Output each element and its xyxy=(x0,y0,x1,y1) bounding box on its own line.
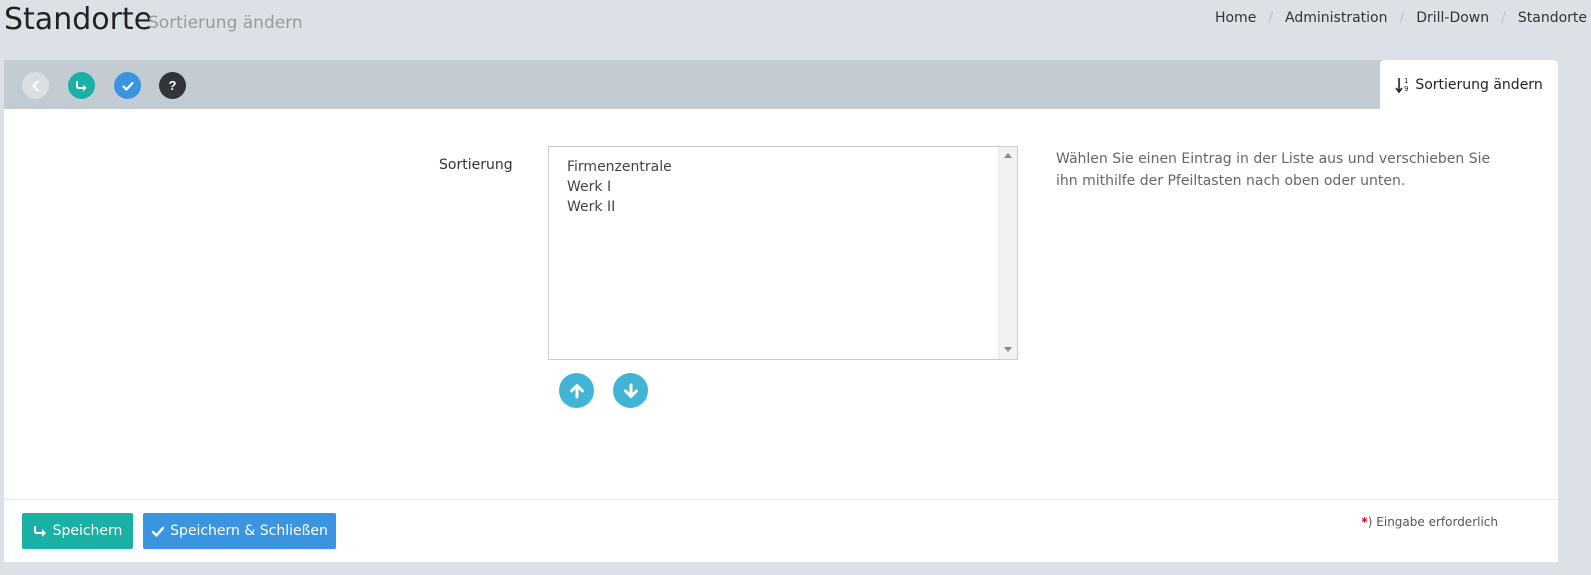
share-arrow-icon xyxy=(33,525,46,537)
toolbar-save-button[interactable] xyxy=(68,72,95,99)
listbox-scrollbar[interactable] xyxy=(998,147,1017,359)
toolbar-save-close-button[interactable] xyxy=(114,72,141,99)
breadcrumb: Home / Administration / Drill-Down / Sta… xyxy=(1215,10,1587,26)
save-button-label: Speichern xyxy=(52,523,123,539)
share-arrow-icon xyxy=(75,80,86,91)
scroll-up-arrow-icon[interactable] xyxy=(1004,153,1012,158)
breadcrumb-drill-down[interactable]: Drill-Down xyxy=(1416,10,1489,26)
toolbar: ? 1 9 Sortierung ändern xyxy=(4,60,1558,109)
sortierung-label: Sortierung xyxy=(439,157,513,173)
sort-numeric-icon: 1 9 xyxy=(1395,77,1409,93)
move-up-button[interactable] xyxy=(559,373,594,408)
footer-divider xyxy=(4,499,1558,500)
svg-text:9: 9 xyxy=(1404,85,1408,93)
save-close-button-label: Speichern & Schließen xyxy=(170,523,328,539)
required-note: *) Eingabe erforderlich xyxy=(1362,515,1499,529)
help-text: Wählen Sie einen Eintrag in der Liste au… xyxy=(1056,151,1491,189)
svg-text:1: 1 xyxy=(1404,77,1408,85)
save-button[interactable]: Speichern xyxy=(22,513,133,549)
list-item[interactable]: Werk I xyxy=(567,177,672,197)
list-item[interactable]: Firmenzentrale xyxy=(567,157,672,177)
tab-label: Sortierung ändern xyxy=(1415,76,1543,93)
tab-sortierung[interactable]: 1 9 Sortierung ändern xyxy=(1380,60,1558,109)
main-panel: ? 1 9 Sortierung ändern Sortierung Firme… xyxy=(4,60,1558,562)
back-button[interactable] xyxy=(22,72,49,99)
page-header: Standorte Sortierung ändern Home / Admin… xyxy=(0,0,1591,60)
required-text: ) Eingabe erforderlich xyxy=(1367,515,1498,529)
move-down-button[interactable] xyxy=(613,373,648,408)
breadcrumb-administration[interactable]: Administration xyxy=(1285,10,1387,26)
breadcrumb-separator: / xyxy=(1501,10,1506,26)
question-icon: ? xyxy=(168,78,177,93)
check-icon xyxy=(121,81,134,91)
list-item[interactable]: Werk II xyxy=(567,197,672,217)
breadcrumb-separator: / xyxy=(1268,10,1274,26)
arrow-up-icon xyxy=(569,383,584,398)
save-close-button[interactable]: Speichern & Schließen xyxy=(143,513,336,549)
breadcrumb-separator: / xyxy=(1399,10,1405,26)
chevron-left-icon xyxy=(31,79,39,92)
list-items: Firmenzentrale Werk I Werk II xyxy=(567,157,672,217)
help-button[interactable]: ? xyxy=(159,72,186,99)
page-title: Standorte xyxy=(4,2,153,37)
page-subtitle: Sortierung ändern xyxy=(148,13,303,33)
scroll-down-arrow-icon[interactable] xyxy=(1004,347,1012,352)
breadcrumb-home[interactable]: Home xyxy=(1215,10,1256,26)
sort-listbox[interactable]: Firmenzentrale Werk I Werk II xyxy=(548,146,1018,360)
arrow-down-icon xyxy=(623,383,638,398)
breadcrumb-standorte: Standorte xyxy=(1517,10,1587,26)
check-icon xyxy=(151,526,165,537)
